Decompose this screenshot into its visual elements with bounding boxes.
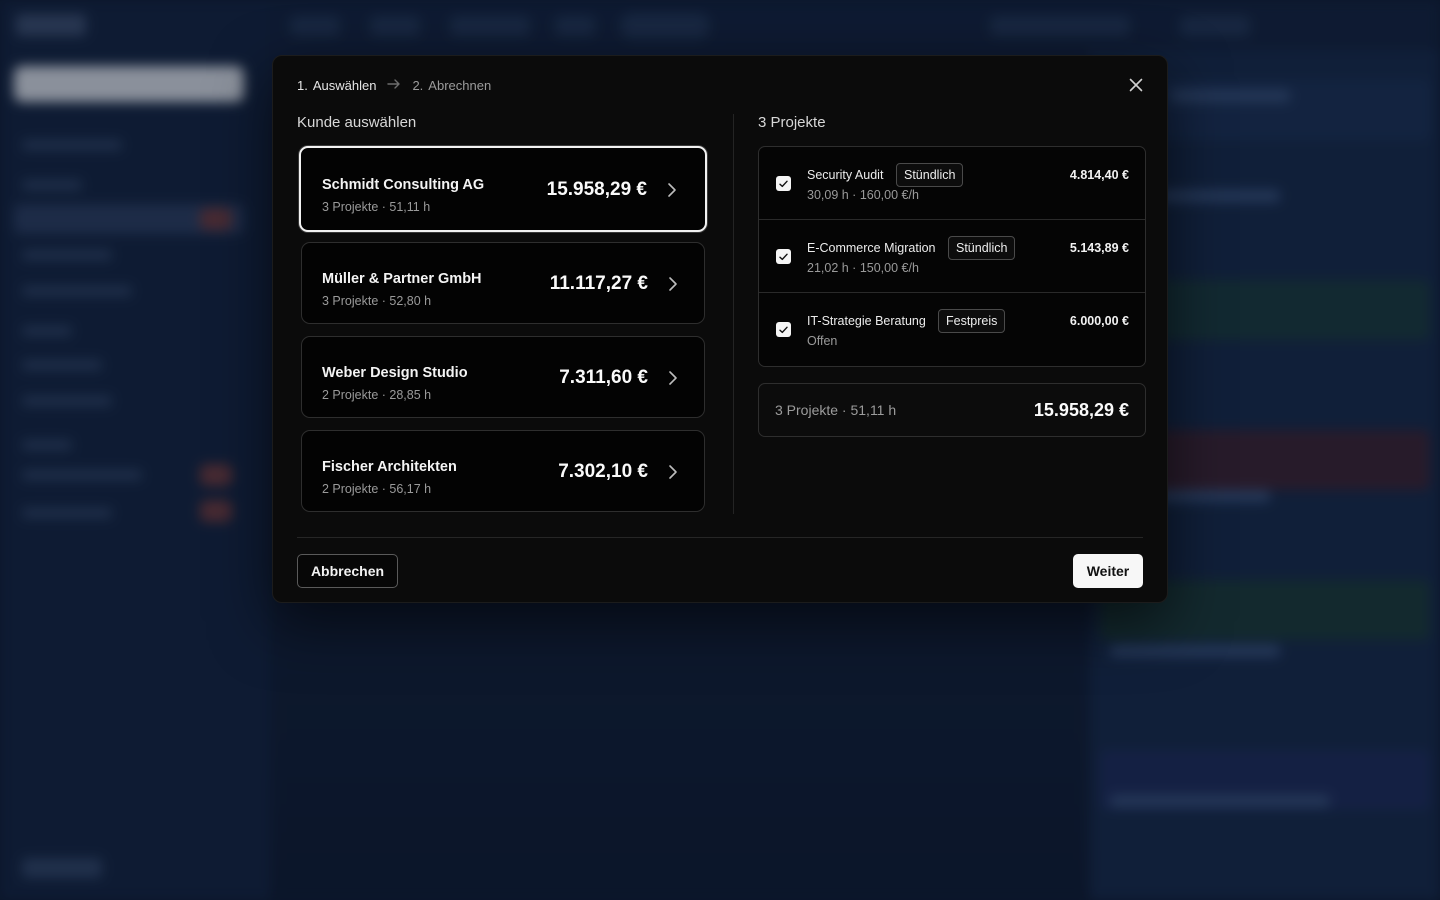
project-checkbox[interactable] xyxy=(776,322,791,337)
next-button[interactable]: Weiter xyxy=(1073,554,1143,588)
chevron-right-icon xyxy=(669,465,677,479)
project-checkbox[interactable] xyxy=(776,249,791,264)
project-checkbox[interactable] xyxy=(776,176,791,191)
step-number: 1. xyxy=(297,77,308,93)
project-name: IT-Strategie Beratung xyxy=(807,314,926,328)
checkmark-icon xyxy=(779,326,788,333)
arrow-right-icon xyxy=(386,77,402,93)
billing-type-badge: Stündlich xyxy=(948,236,1016,260)
cancel-button[interactable]: Abbrechen xyxy=(297,554,398,588)
close-button[interactable] xyxy=(1125,74,1147,96)
selection-summary: 3 Projekte · 51,11 h 15.958,29 € xyxy=(758,383,1146,437)
customer-section-title: Kunde auswählen xyxy=(297,114,417,131)
customer-meta: 3 Projekte · 52,80 h xyxy=(322,294,432,308)
customer-meta: 3 Projekte · 51,11 h xyxy=(322,200,431,214)
chevron-right-icon xyxy=(669,371,677,385)
customer-card[interactable]: Weber Design Studio 2 Projekte · 28,85 h… xyxy=(301,336,705,418)
customer-name: Fischer Architekten xyxy=(322,459,457,475)
customer-meta: 2 Projekte · 28,85 h xyxy=(322,388,432,402)
step-select[interactable]: 1. Auswählen xyxy=(297,78,376,93)
project-name: E-Commerce Migration xyxy=(807,241,936,255)
project-row[interactable]: IT-Strategie Beratung Festpreis Offen 6.… xyxy=(759,293,1145,366)
chevron-right-icon xyxy=(668,183,676,197)
project-section-title: 3 Projekte xyxy=(758,114,826,131)
project-row[interactable]: E-Commerce Migration Stündlich 21,02 h ·… xyxy=(759,220,1145,293)
project-meta: Offen xyxy=(807,334,838,348)
footer-divider xyxy=(297,537,1143,538)
customer-card[interactable]: Schmidt Consulting AG 3 Projekte · 51,11… xyxy=(299,146,707,232)
billing-type-badge: Festpreis xyxy=(938,309,1006,333)
project-meta: 21,02 h · 150,00 €/h xyxy=(807,261,919,275)
summary-label: 3 Projekte · 51,11 h xyxy=(775,402,897,418)
customer-card[interactable]: Müller & Partner GmbH 3 Projekte · 52,80… xyxy=(301,242,705,324)
step-label: Auswählen xyxy=(312,77,377,93)
customer-meta: 2 Projekte · 56,17 h xyxy=(322,482,432,496)
project-amount: 6.000,00 € xyxy=(1069,314,1129,328)
step-bill[interactable]: 2. Abrechnen xyxy=(412,78,491,93)
close-icon xyxy=(1129,78,1143,92)
customer-amount: 7.311,60 € xyxy=(559,367,648,388)
project-meta: 30,09 h · 160,00 €/h xyxy=(807,188,919,202)
project-name: Security Audit xyxy=(807,168,884,182)
column-divider xyxy=(733,114,734,514)
customer-amount: 11.117,27 € xyxy=(549,273,648,294)
project-row[interactable]: Security Audit Stündlich 30,09 h · 160,0… xyxy=(759,147,1145,220)
step-number: 2. xyxy=(412,77,424,93)
customer-amount: 7.302,10 € xyxy=(558,461,648,482)
customer-name: Müller & Partner GmbH xyxy=(322,271,482,287)
summary-total: 15.958,29 € xyxy=(1033,400,1129,420)
customer-selection: Kunde auswählen Schmidt Consulting AG 3 … xyxy=(297,114,707,512)
project-list: Security Audit Stündlich 30,09 h · 160,0… xyxy=(758,146,1146,367)
customer-card[interactable]: Fischer Architekten 2 Projekte · 56,17 h… xyxy=(301,430,705,512)
customer-amount: 15.958,29 € xyxy=(546,179,647,200)
step-label: Abrechnen xyxy=(428,77,492,93)
customer-name: Schmidt Consulting AG xyxy=(322,177,485,193)
billing-type-badge: Stündlich xyxy=(896,163,964,187)
chevron-right-icon xyxy=(669,277,677,291)
invoice-wizard-dialog: 1. Auswählen 2. Abrechnen Kunde auswähle… xyxy=(272,55,1168,603)
checkmark-icon xyxy=(779,180,788,187)
project-amount: 5.143,89 € xyxy=(1069,241,1129,255)
customer-name: Weber Design Studio xyxy=(322,365,468,381)
project-amount: 4.814,40 € xyxy=(1069,168,1129,182)
checkmark-icon xyxy=(779,253,788,260)
project-selection: 3 Projekte Security Audit Stündlich 30,0… xyxy=(758,114,1146,437)
stepper: 1. Auswählen 2. Abrechnen xyxy=(297,77,491,93)
customer-list: Schmidt Consulting AG 3 Projekte · 51,11… xyxy=(297,146,707,512)
